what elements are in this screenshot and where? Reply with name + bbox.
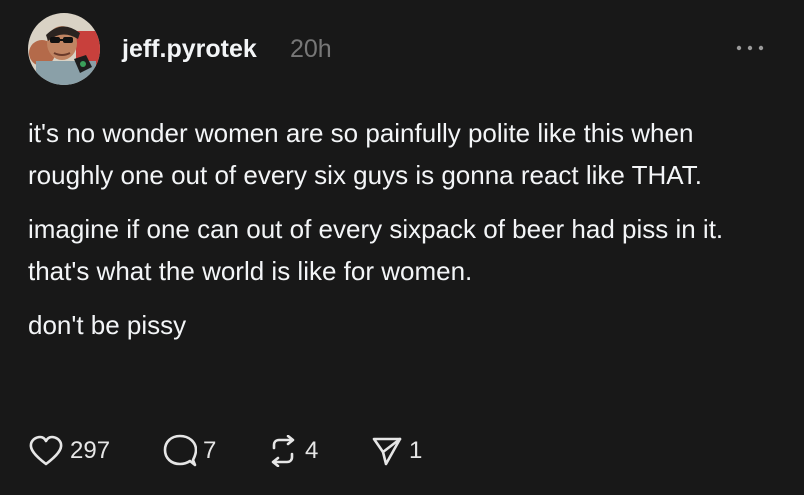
post-card: jeff.pyrotek 20h it's no wonder women ar… (0, 0, 804, 495)
more-icon (736, 45, 764, 51)
share-count: 1 (409, 437, 423, 464)
repost-count: 4 (305, 437, 319, 464)
post-body: it's no wonder women are so painfully po… (28, 112, 768, 358)
repost-icon (271, 435, 295, 467)
username-link[interactable]: jeff.pyrotek (122, 34, 257, 64)
reply-button[interactable]: 7 (163, 434, 267, 468)
share-icon (372, 437, 402, 466)
post-paragraph: imagine if one can out of every sixpack … (28, 214, 724, 286)
comment-icon (163, 434, 197, 467)
repost-button[interactable]: 4 (267, 435, 371, 467)
more-button[interactable] (730, 36, 770, 60)
reply-count: 7 (203, 437, 217, 464)
avatar-photo-icon (28, 13, 100, 85)
post-paragraph: it's no wonder women are so painfully po… (28, 118, 702, 190)
heart-icon (29, 435, 63, 466)
like-count: 297 (70, 437, 111, 464)
avatar[interactable] (28, 13, 100, 85)
share-button[interactable]: 1 (371, 435, 451, 467)
post-timestamp: 20h (290, 35, 332, 63)
like-button[interactable]: 297 (28, 435, 163, 467)
action-bar: 297 7 4 1 (28, 430, 451, 472)
post-paragraph: don't be pissy (28, 310, 187, 340)
